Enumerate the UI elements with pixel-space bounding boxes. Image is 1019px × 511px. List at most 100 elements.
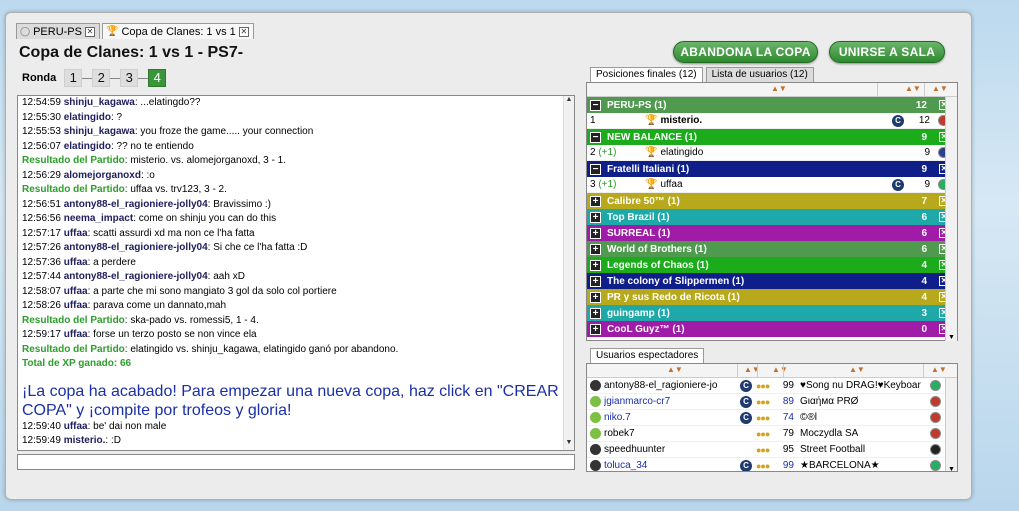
player-position: 3 (+1) (587, 179, 645, 190)
chat-user[interactable]: uffaa (64, 286, 88, 297)
team-row[interactable]: + guingamp (1) 3 ✕ (587, 305, 957, 321)
spectators-scrollbar[interactable]: ▼ (945, 378, 957, 471)
player-name[interactable]: misterio. (660, 115, 702, 126)
sort-arrow-icon[interactable]: ▲▼ (772, 365, 788, 374)
country-flag-icon (930, 412, 941, 423)
expand-icon[interactable]: + (590, 211, 601, 223)
team-row[interactable]: − NEW BALANCE (1) 9 ✕ (587, 129, 957, 145)
player-row[interactable]: 1 🏆 misterio. C 12 (587, 113, 957, 129)
scroll-down-icon[interactable]: ▼ (564, 439, 574, 450)
team-row[interactable]: + SURREAL (1) 6 ✕ (587, 225, 957, 241)
team-row[interactable]: − Fratelli Italiani (1) 9 ✕ (587, 161, 957, 177)
spectator-row[interactable]: robek7 ●●● 79 Moczydla SA (587, 426, 957, 442)
spectator-name[interactable]: robek7 (604, 428, 740, 439)
page-title: Copa de Clanes: 1 vs 1 - PS7- (19, 44, 244, 61)
scroll-up-icon[interactable]: ▲ (564, 96, 574, 107)
round-1-button[interactable]: 1 (64, 69, 83, 87)
collapse-icon[interactable]: − (590, 131, 601, 143)
join-room-button[interactable]: UNIRSE A SALA (829, 41, 945, 63)
chat-user[interactable]: uffaa (64, 228, 88, 239)
close-tab-icon[interactable]: ✕ (238, 26, 249, 37)
expand-icon[interactable]: + (590, 291, 601, 303)
sort-arrow-icon[interactable]: ▲▼ (932, 84, 948, 93)
chat-user[interactable]: shinju_kagawa (64, 97, 135, 108)
chat-time: 12:59:40 (22, 420, 64, 432)
expand-icon[interactable]: + (590, 259, 601, 271)
expand-icon[interactable]: + (590, 323, 601, 335)
collapse-icon[interactable]: − (590, 163, 601, 175)
country-flag-icon (930, 460, 941, 471)
chat-user[interactable]: antony88-el_ragioniere-jolly04 (64, 242, 208, 253)
player-row[interactable]: 2 (+1) 🏆 elatingido 9 (587, 145, 957, 161)
sort-arrow-icon[interactable]: ▲▼ (771, 84, 787, 93)
chat-line: 12:56:56 neema_impact: come on shinju yo… (18, 212, 574, 227)
chat-user[interactable]: shinju_kagawa (64, 126, 135, 137)
spectator-row[interactable]: speedhuunter ●●● 95 Street Football (587, 442, 957, 458)
chat-user[interactable]: uffaa (64, 257, 88, 268)
chat-input[interactable] (17, 454, 575, 470)
expand-icon[interactable]: + (590, 307, 601, 319)
spectator-row[interactable]: antony88-el_ragioniere-jo C ●●● 99 ♥Song nu … (587, 378, 957, 394)
spectator-level: 74 (782, 412, 794, 423)
expand-icon[interactable]: + (590, 275, 601, 287)
chat-user[interactable]: uffaa (64, 421, 88, 432)
spectator-name[interactable]: niko.7 (604, 412, 740, 423)
spectator-name[interactable]: toluca_34 (604, 460, 740, 471)
close-tab-icon[interactable]: ✕ (84, 26, 95, 37)
spectator-name[interactable]: antony88-el_ragioniere-jo (604, 380, 740, 391)
sort-arrow-icon[interactable]: ▲▼ (849, 365, 865, 374)
chat-user[interactable]: uffaa (64, 300, 88, 311)
chat-user[interactable]: antony88-el_ragioniere-jolly04 (64, 199, 208, 210)
spectator-rows: antony88-el_ragioniere-jo C ●●● 99 ♥Song nu … (587, 378, 957, 471)
expand-icon[interactable]: + (590, 195, 601, 207)
tab-spectators[interactable]: Usuarios espectadores (590, 348, 705, 363)
spectator-row[interactable]: toluca_34 C ●●● 99 ★BARCELONA★ (587, 458, 957, 471)
team-row[interactable]: + PR y sus Redo de Ricota (1) 4 ✕ (587, 289, 957, 305)
chat-time: 12:57:26 (22, 242, 64, 253)
spectator-row[interactable]: jgianmarco-cr7 C ●●● 89 Gιαήмα PRØ (587, 394, 957, 410)
round-3-button[interactable]: 3 (120, 69, 139, 87)
round-4-button[interactable]: 4 (148, 69, 167, 87)
sort-arrow-icon[interactable]: ▲▼ (905, 84, 921, 93)
chat-user[interactable]: uffaa (64, 329, 88, 340)
chat-user[interactable]: neema_impact (64, 213, 133, 224)
scroll-down-icon[interactable]: ▼ (946, 334, 957, 341)
player-row[interactable]: 3 (+1) 🏆 uffaa C 9 (587, 177, 957, 193)
team-row[interactable]: + CooL Guyz™ (1) 0 ✕ (587, 321, 957, 337)
tab-copa-de-clanes[interactable]: 🏆 Copa de Clanes: 1 vs 1 ✕ (101, 23, 254, 39)
team-row[interactable]: + The colony of Slippermen (1) 4 ✕ (587, 273, 957, 289)
chat-user[interactable]: elatingido (64, 112, 111, 123)
sort-arrow-icon[interactable]: ▲▼ (931, 365, 947, 374)
team-points: 6 (921, 243, 927, 255)
chat-log[interactable]: 12:54:59 shinju_kagawa: ...elatingdo?? 12… (17, 95, 575, 451)
spectator-row[interactable]: niko.7 C ●●● 74 ©®l (587, 410, 957, 426)
tab-user-list[interactable]: Lista de usuarios (12) (705, 67, 814, 82)
position-change: (+1) (598, 179, 617, 190)
chat-scrollbar[interactable]: ▲ ▼ (563, 96, 574, 450)
team-row[interactable]: + Legends of Chaos (1) 4 ✕ (587, 257, 957, 273)
team-row[interactable]: + Calibre 50™ (1) 7 ✕ (587, 193, 957, 209)
team-row[interactable]: + Top Brazil (1) 6 ✕ (587, 209, 957, 225)
collapse-icon[interactable]: − (590, 99, 601, 111)
sort-arrow-icon[interactable]: ▲▼ (667, 365, 683, 374)
chat-user[interactable]: elatingido (64, 141, 111, 152)
spectators-panel: Usuarios espectadores ▲▼ ▲▼ ▲▼ ▲▼ ▲▼ ant… (586, 348, 958, 472)
player-name[interactable]: elatingido (660, 147, 703, 158)
spectators-header: ▲▼ ▲▼ ▲▼ ▲▼ ▲▼ (587, 364, 957, 378)
spectator-name[interactable]: jgianmarco-cr7 (604, 396, 740, 407)
chat-user[interactable]: misterio. (64, 435, 106, 446)
chat-user[interactable]: antony88-el_ragioniere-jolly04 (64, 271, 208, 282)
expand-icon[interactable]: + (590, 227, 601, 239)
expand-icon[interactable]: + (590, 243, 601, 255)
standings-scrollbar[interactable]: ▼ (945, 97, 957, 341)
team-row[interactable]: − PERU-PS (1) 12 ✕ (587, 97, 957, 113)
chat-user[interactable]: alomejorganoxd (64, 170, 141, 181)
team-row[interactable]: + World of Brothers (1) 6 ✕ (587, 241, 957, 257)
player-name[interactable]: uffaa (660, 179, 682, 190)
spectator-name[interactable]: speedhuunter (604, 444, 740, 455)
tab-final-positions[interactable]: Posiciones finales (12) (590, 67, 703, 82)
abandon-cup-button[interactable]: ABANDONA LA COPA (673, 41, 818, 63)
tab-peru-ps[interactable]: ◯ PERU-PS ✕ (16, 23, 100, 39)
round-2-button[interactable]: 2 (92, 69, 111, 87)
chat-line: 12:54:59 shinju_kagawa: ...elatingdo?? (18, 96, 574, 111)
